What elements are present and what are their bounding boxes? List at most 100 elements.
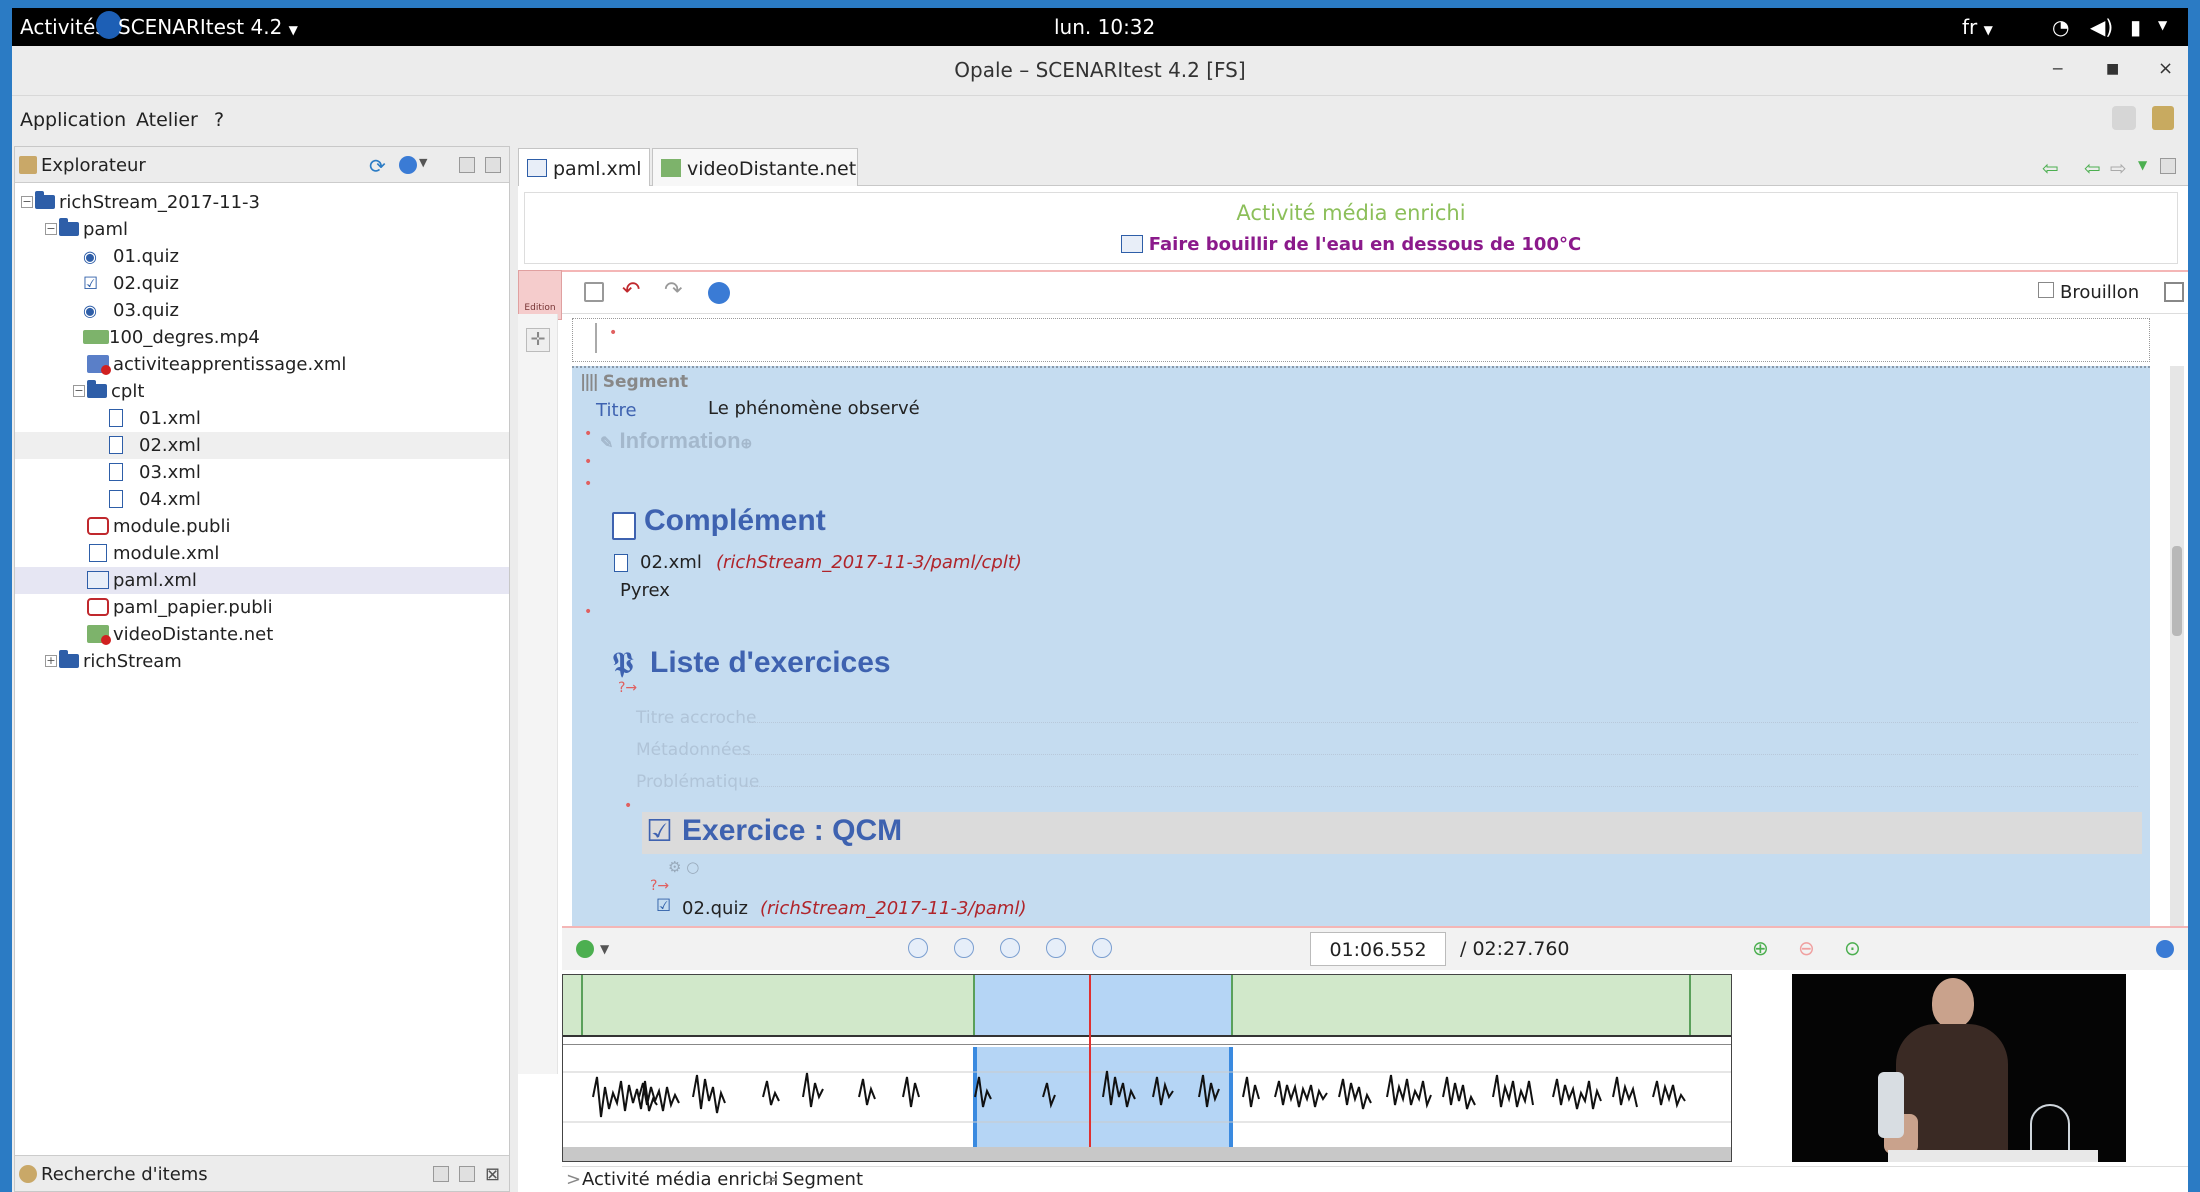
exercise-ref-file[interactable]: 02.quiz — [682, 898, 748, 919]
tree-item-module-xml[interactable]: module.xml — [15, 540, 509, 567]
fast-forward-icon[interactable] — [1046, 938, 1066, 958]
titre-value[interactable]: Le phénomène observé — [708, 398, 920, 419]
tree-item-cplt-folder[interactable]: − cplt — [15, 378, 509, 405]
segment-boundary[interactable] — [1689, 975, 1691, 1035]
breadcrumb-item-segment[interactable]: Segment — [782, 1169, 863, 1190]
titre-accroche-field[interactable]: Titre accroche — [636, 708, 756, 728]
preferences-icon[interactable] — [2112, 106, 2136, 130]
fullscreen-icon[interactable] — [2164, 282, 2184, 302]
refresh-icon[interactable]: ⟳ — [369, 154, 386, 178]
insert-icon[interactable]: ✛ — [526, 328, 550, 352]
expand-toggle-icon[interactable]: + — [45, 655, 57, 667]
minimize-panel-icon[interactable] — [459, 157, 475, 173]
breadcrumb-item-activite[interactable]: Activité média enrichi — [582, 1169, 778, 1190]
wifi-icon[interactable]: ◔ — [2052, 15, 2069, 39]
chevron-down-icon[interactable]: ▼ — [600, 942, 609, 956]
playhead[interactable] — [1089, 975, 1091, 1147]
zoom-fit-icon[interactable]: ⊙ — [1844, 936, 1861, 960]
timeline-scrollbar[interactable] — [563, 1147, 1731, 1161]
exercise-tools-icon[interactable]: ⚙ ○ — [668, 858, 699, 876]
battery-icon[interactable]: ▮ — [2130, 15, 2141, 39]
close-panel-icon[interactable]: ⊠ — [485, 1164, 500, 1185]
current-time-input[interactable]: 01:06.552 — [1310, 932, 1446, 966]
chevron-down-icon[interactable]: ▼ — [419, 156, 427, 169]
collapse-toggle-icon[interactable]: − — [45, 223, 57, 235]
complement-caption[interactable]: Pyrex — [620, 580, 670, 601]
tree-item-paml-xml[interactable]: paml.xml — [15, 567, 509, 594]
rewind-icon[interactable] — [954, 938, 974, 958]
tree-item-videodistante[interactable]: videoDistante.net — [15, 621, 509, 648]
information-placeholder[interactable]: ✎ Information⊕ — [600, 428, 752, 454]
tree-item-100-degres[interactable]: 100_degres.mp4 — [15, 324, 509, 351]
tree-item-activiteapprentissage[interactable]: activiteapprentissage.xml — [15, 351, 509, 378]
tab-paml-xml[interactable]: paml.xml — [518, 148, 650, 186]
help-icon[interactable] — [2156, 940, 2174, 958]
collapse-toggle-icon[interactable]: − — [73, 385, 85, 397]
maximize-panel-icon[interactable] — [459, 1166, 475, 1182]
clock[interactable]: lun. 10:32 — [1054, 15, 1155, 39]
segment-boundary[interactable] — [581, 975, 583, 1035]
waveform-track[interactable] — [563, 1047, 1731, 1147]
metadonnees-field[interactable]: Métadonnées — [636, 740, 751, 760]
skip-end-icon[interactable] — [1092, 938, 1112, 958]
scrollbar-thumb[interactable] — [2172, 546, 2182, 636]
tree-item-03-quiz[interactable]: ◉ 03.quiz — [15, 297, 509, 324]
previous-icon[interactable]: ⇦ — [2084, 156, 2101, 180]
empty-field[interactable]: • — [572, 318, 2150, 362]
insert-arrow-icon[interactable]: ?→ — [618, 680, 637, 696]
tree-item-paml-folder[interactable]: − paml — [15, 216, 509, 243]
collapse-toggle-icon[interactable]: − — [21, 196, 33, 208]
system-menu-arrow-icon[interactable]: ▼ — [2158, 18, 2167, 32]
editor-scrollbar[interactable] — [2170, 366, 2184, 926]
next-icon[interactable]: ⇨ — [2110, 156, 2127, 180]
edition-mode-button[interactable]: Edition — [518, 270, 562, 320]
volume-icon[interactable]: ◀) — [2090, 15, 2113, 39]
grip-icon[interactable]: |||| — [580, 372, 599, 392]
back-arrow-icon[interactable]: ⇦ — [2042, 156, 2059, 180]
time-ruler[interactable] — [563, 1035, 1731, 1045]
skip-start-icon[interactable] — [908, 938, 928, 958]
maximize-editor-icon[interactable] — [2160, 158, 2176, 174]
tab-videodistante[interactable]: videoDistante.net — [652, 148, 858, 186]
history-dropdown-icon[interactable]: ▼ — [2138, 158, 2147, 172]
tree-item-04-xml[interactable]: 04.xml — [15, 486, 509, 513]
app-menu-button[interactable]: SCENARItest 4.2 ▼ — [118, 15, 298, 39]
tree-item-richstream-2017[interactable]: − richStream_2017-11-3 — [15, 189, 509, 216]
book-icon[interactable] — [2152, 106, 2174, 130]
add-icon[interactable]: ⊕ — [741, 435, 753, 451]
timeline-tracks[interactable] — [562, 974, 1732, 1162]
tree-item-02-xml[interactable]: 02.xml — [15, 432, 509, 459]
segments-track[interactable] — [563, 975, 1731, 1035]
undo-icon[interactable]: ↶ — [622, 278, 640, 303]
menu-help[interactable]: ? — [214, 109, 224, 131]
tree-item-paml-papier-publi[interactable]: paml_papier.publi — [15, 594, 509, 621]
activities-button[interactable]: Activités — [20, 15, 106, 39]
play-icon[interactable] — [1000, 938, 1020, 958]
minimize-panel-icon[interactable] — [433, 1166, 449, 1182]
video-preview[interactable] — [1792, 974, 2126, 1162]
redo-icon[interactable]: ↷ — [664, 278, 682, 303]
menu-application[interactable]: Application — [20, 109, 126, 131]
maximize-panel-icon[interactable] — [485, 157, 501, 173]
save-icon[interactable] — [584, 282, 604, 302]
tree-item-03-xml[interactable]: 03.xml — [15, 459, 509, 486]
minimize-button[interactable]: ‒ — [2052, 58, 2063, 79]
add-segment-icon[interactable] — [576, 940, 594, 958]
insert-arrow-icon[interactable]: ?→ — [650, 878, 669, 894]
zoom-out-icon[interactable]: ⊖ — [1798, 936, 1815, 960]
tree-item-module-publi[interactable]: module.publi — [15, 513, 509, 540]
zoom-in-icon[interactable]: ⊕ — [1752, 936, 1769, 960]
options-icon[interactable] — [399, 156, 417, 174]
tree-item-01-quiz[interactable]: ◉ 01.quiz — [15, 243, 509, 270]
problematique-field[interactable]: Problématique — [636, 772, 759, 792]
options-icon[interactable] — [708, 282, 730, 304]
tree-item-01-xml[interactable]: 01.xml — [15, 405, 509, 432]
close-button[interactable]: × — [2158, 58, 2173, 79]
language-selector[interactable]: fr ▼ — [1962, 15, 1993, 39]
menu-atelier[interactable]: Atelier — [136, 109, 198, 131]
selected-segment[interactable] — [973, 975, 1233, 1035]
draft-checkbox[interactable] — [2038, 282, 2054, 298]
tree-item-richstream[interactable]: + richStream — [15, 648, 509, 675]
maximize-button[interactable]: ■ — [2106, 61, 2119, 77]
complement-ref-file[interactable]: 02.xml — [640, 552, 702, 573]
